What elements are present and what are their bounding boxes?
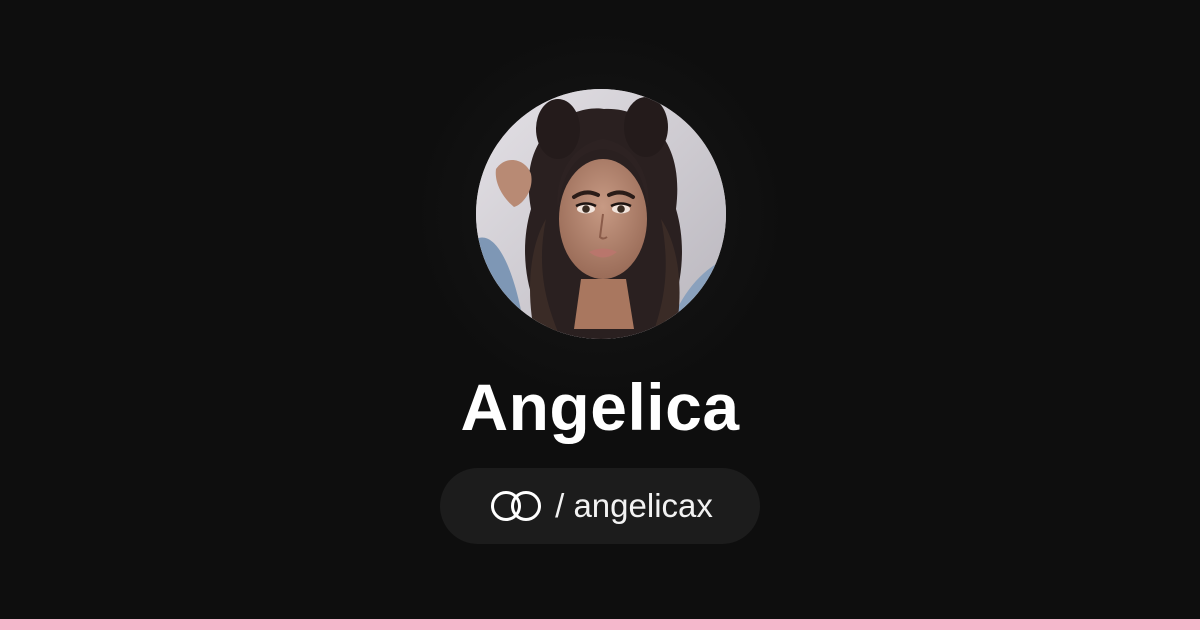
accent-bar bbox=[0, 619, 1200, 630]
profile-name: Angelica bbox=[460, 370, 740, 444]
profile-photo bbox=[476, 89, 726, 339]
handle-link-button[interactable]: / angelicax bbox=[440, 468, 760, 544]
profile-avatar[interactable] bbox=[476, 89, 726, 339]
linked-rings-icon bbox=[487, 489, 545, 523]
handle-text: / angelicax bbox=[555, 487, 713, 524]
